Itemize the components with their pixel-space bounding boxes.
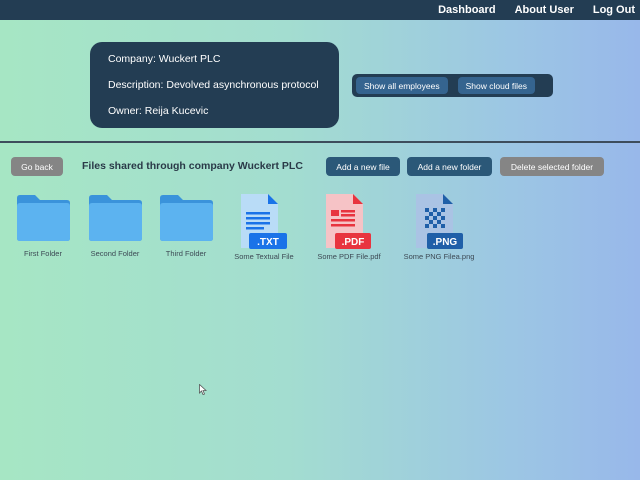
company-name: Company: Wuckert PLC xyxy=(108,53,221,65)
company-info-card: Company: Wuckert PLC Description: Devolv… xyxy=(90,42,339,128)
top-navbar: Dashboard About User Log Out xyxy=(0,0,640,20)
file-item[interactable]: .PNG Some PNG Filea.png xyxy=(404,192,474,261)
file-label: Some Textual File xyxy=(234,252,294,261)
file-label: Some PNG Filea.png xyxy=(403,252,475,261)
delete-folder-button[interactable]: Delete selected folder xyxy=(500,157,604,176)
folder-item[interactable]: First Folder xyxy=(15,192,71,258)
nav-dashboard-link[interactable]: Dashboard xyxy=(438,4,495,16)
company-owner: Owner: Reija Kucevic xyxy=(108,105,209,117)
files-section-title: Files shared through company Wuckert PLC xyxy=(82,160,303,172)
folder-icon xyxy=(17,195,70,241)
txt-file-icon: .TXT xyxy=(241,194,287,249)
mouse-cursor-icon xyxy=(199,384,207,395)
go-back-button[interactable]: Go back xyxy=(11,157,63,176)
file-item[interactable]: .TXT Some Textual File xyxy=(234,192,294,261)
section-divider xyxy=(0,141,640,143)
add-file-button[interactable]: Add a new file xyxy=(326,157,400,176)
file-item[interactable]: .PDF Some PDF File.pdf xyxy=(317,192,381,261)
nav-about-user-link[interactable]: About User xyxy=(515,4,574,16)
nav-logout-link[interactable]: Log Out xyxy=(593,4,635,16)
folder-label: First Folder xyxy=(24,249,62,258)
show-cloud-files-button[interactable]: Show cloud files xyxy=(457,77,536,94)
folder-item[interactable]: Second Folder xyxy=(87,192,143,258)
png-file-icon: .PNG xyxy=(416,194,463,249)
pdf-badge: .PDF xyxy=(342,237,365,248)
add-folder-button[interactable]: Add a new folder xyxy=(407,157,492,176)
png-badge: .PNG xyxy=(433,237,458,248)
company-description: Description: Devolved asynchronous proto… xyxy=(108,79,319,91)
show-employees-button[interactable]: Show all employees xyxy=(356,77,448,94)
folder-label: Third Folder xyxy=(165,249,207,258)
file-label: Some PDF File.pdf xyxy=(317,252,381,261)
company-actions-group: Show all employees Show cloud files xyxy=(352,74,553,97)
folder-label: Second Folder xyxy=(90,249,140,258)
folder-icon xyxy=(89,195,142,241)
pdf-file-icon: .PDF xyxy=(326,194,371,249)
folder-item[interactable]: Third Folder xyxy=(158,192,214,258)
files-toolbar: Go back Files shared through company Wuc… xyxy=(0,157,640,177)
txt-badge: .TXT xyxy=(257,237,279,248)
folder-icon xyxy=(160,195,213,241)
